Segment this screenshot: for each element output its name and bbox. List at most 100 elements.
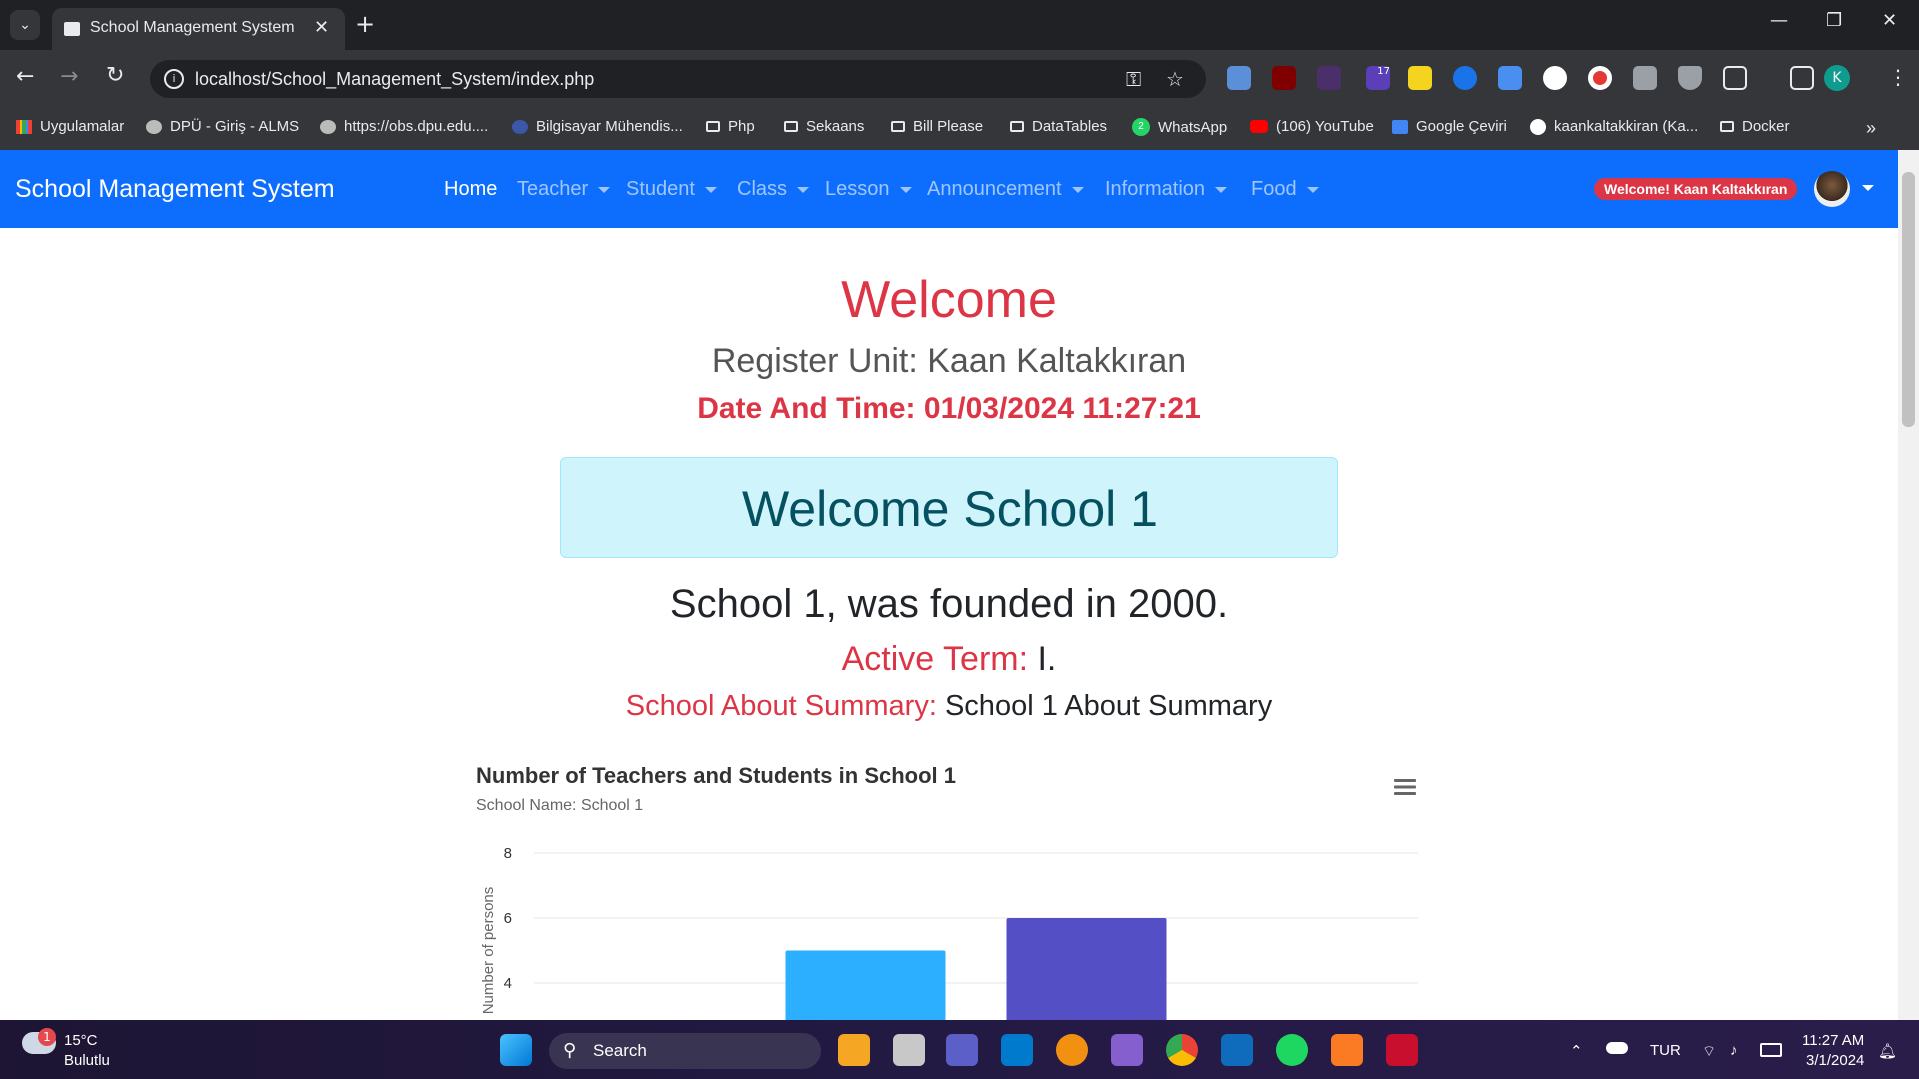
bookmark-folder[interactable]: Bill Please [891, 118, 983, 135]
record-icon[interactable] [1588, 66, 1612, 90]
spotify-icon[interactable] [1276, 1034, 1308, 1066]
clock-date[interactable]: 3/1/2024 [1806, 1052, 1864, 1069]
bookmark-folder[interactable]: Sekaans [784, 118, 864, 135]
bookmark-folder[interactable]: DataTables [1010, 118, 1107, 135]
key-icon[interactable]: ⚿ [1126, 67, 1141, 91]
new-tab-button[interactable]: + [355, 10, 375, 38]
bookmark-apps[interactable]: Uygulamalar [16, 118, 124, 135]
bookmark-label: Uygulamalar [40, 118, 125, 135]
nav-label: Class [737, 178, 788, 200]
nav-teacher[interactable]: Teacher [517, 178, 611, 201]
caret-down-icon [1306, 186, 1319, 193]
site-info-icon[interactable]: i [164, 69, 184, 89]
bookmark-item[interactable]: Google Çeviri [1392, 118, 1507, 135]
bookmark-folder[interactable]: Docker [1720, 118, 1790, 135]
extension-badge-icon[interactable]: 17 [1366, 66, 1390, 90]
extension-icon[interactable] [1543, 66, 1567, 90]
restore-button[interactable]: ❐ [1826, 10, 1842, 31]
mail-icon[interactable] [1221, 1034, 1253, 1066]
globe-icon [146, 119, 162, 134]
weather-desc[interactable]: Bulutlu [64, 1052, 110, 1069]
extension-icon[interactable] [1498, 66, 1522, 90]
more-bookmarks-icon[interactable]: » [1866, 118, 1876, 139]
nav-home[interactable]: Home [444, 178, 497, 201]
page-scrollbar[interactable] [1898, 150, 1919, 1020]
folder-icon [706, 121, 720, 132]
tab-title: School Management System [90, 19, 295, 36]
close-window-button[interactable]: ✕ [1882, 10, 1897, 31]
back-button[interactable]: ← [16, 64, 34, 89]
scrollbar-thumb[interactable] [1902, 172, 1915, 427]
extension-icon[interactable] [1317, 66, 1341, 90]
caret-down-icon[interactable] [1862, 185, 1874, 191]
shield-icon[interactable] [1678, 66, 1702, 90]
nav-class[interactable]: Class [737, 178, 810, 201]
bookmark-item[interactable]: https://obs.dpu.edu.... [320, 118, 488, 135]
nav-food[interactable]: Food [1251, 178, 1319, 201]
address-bar[interactable]: i localhost/School_Management_System/ind… [150, 60, 1206, 98]
nav-announcement[interactable]: Announcement [927, 178, 1084, 201]
user-avatar[interactable] [1814, 171, 1850, 207]
minimize-button[interactable]: — [1770, 10, 1788, 31]
menu-dots-icon[interactable]: ⋮ [1888, 65, 1908, 89]
battery-icon[interactable] [1760, 1043, 1782, 1057]
task-view-icon[interactable] [893, 1034, 925, 1066]
file-explorer-icon[interactable] [838, 1034, 870, 1066]
term-value: I. [1037, 640, 1057, 678]
nav-lesson[interactable]: Lesson [825, 178, 912, 201]
browser-tab[interactable]: School Management System ✕ [52, 8, 345, 50]
bookmark-label: DPÜ - Giriş - ALMS [170, 118, 300, 135]
reload-button[interactable]: ↻ [106, 63, 124, 88]
navbar-brand[interactable]: School Management System [15, 175, 335, 204]
volume-icon[interactable]: ♪ [1730, 1042, 1738, 1059]
tab-search-button[interactable]: ⌄ [10, 10, 40, 40]
bookmark-item[interactable]: 2 WhatsApp [1132, 118, 1227, 136]
sublime-icon[interactable] [1056, 1034, 1088, 1066]
extension-icon[interactable] [1408, 66, 1432, 90]
extension-icon[interactable] [1227, 66, 1251, 90]
clock-time[interactable]: 11:27 AM [1802, 1032, 1864, 1049]
chrome-icon[interactable] [1166, 1034, 1198, 1066]
ublock-icon[interactable] [1272, 66, 1296, 90]
bookmark-label: https://obs.dpu.edu.... [344, 118, 489, 135]
tab-strip: ⌄ School Management System ✕ + — ❐ ✕ [0, 0, 1919, 50]
bookmark-item[interactable]: (106) YouTube [1250, 118, 1374, 135]
profile-avatar[interactable]: K [1824, 65, 1850, 91]
taskbar-search[interactable]: ⚲ Search [549, 1033, 821, 1069]
bookmark-label: Google Çeviri [1416, 118, 1507, 135]
bookmark-folder[interactable]: Php [706, 118, 755, 135]
nav-label: Student [626, 178, 695, 200]
nav-label: Home [444, 178, 498, 200]
founded-text: School 1, was founded in 2000. [669, 582, 1229, 626]
teams-icon[interactable] [946, 1034, 978, 1066]
tab-close-icon[interactable]: ✕ [314, 17, 329, 38]
wifi-icon[interactable]: ⌔ [1702, 1042, 1716, 1061]
language-indicator[interactable]: TUR [1650, 1042, 1681, 1059]
bookmark-item[interactable]: Bilgisayar Mühendis... [512, 118, 683, 135]
eyedropper-icon[interactable] [1633, 66, 1657, 90]
forward-button[interactable]: → [60, 64, 78, 89]
notification-bell-icon[interactable]: 🔔︎ [1878, 1042, 1897, 1060]
side-panel-icon[interactable] [1790, 66, 1814, 90]
nav-information[interactable]: Information [1105, 178, 1228, 201]
active-term: Active Term: I. [0, 640, 1898, 679]
bookmark-item[interactable]: kaankaltakkiran (Ka... [1530, 118, 1698, 135]
nav-student[interactable]: Student [626, 178, 717, 201]
windows-start-icon[interactable] [500, 1034, 532, 1066]
xampp-icon[interactable] [1331, 1034, 1363, 1066]
bookmark-label: kaankaltakkiran (Ka... [1554, 118, 1699, 135]
extension-icon[interactable] [1453, 66, 1477, 90]
tray-chevron-icon[interactable]: ⌃ [1570, 1042, 1583, 1060]
apps-grid-icon [16, 119, 32, 134]
bookmark-item[interactable]: DPÜ - Giriş - ALMS [146, 118, 299, 135]
vscode-icon[interactable] [1001, 1034, 1033, 1066]
extensions-puzzle-icon[interactable] [1723, 66, 1747, 90]
visual-studio-icon[interactable] [1111, 1034, 1143, 1066]
y-tick-label: 8 [504, 845, 512, 862]
bookmark-star-icon[interactable]: ☆ [1166, 67, 1184, 91]
app-icon[interactable] [1386, 1034, 1418, 1066]
caret-down-icon [1071, 186, 1084, 193]
summary-label: School About Summary: [625, 690, 937, 722]
onedrive-icon[interactable] [1606, 1042, 1628, 1054]
weather-temp[interactable]: 15°C [64, 1032, 98, 1049]
